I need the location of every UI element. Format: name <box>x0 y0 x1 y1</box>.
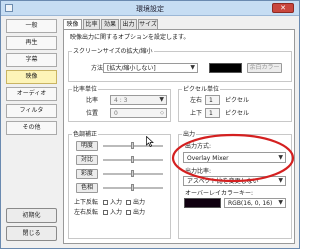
flip-horizontal-output-checkbox[interactable] <box>126 210 131 215</box>
sidebar-item-audio[interactable]: オーディオ <box>6 87 57 101</box>
spin-arrows-icon: ◇ <box>160 110 164 116</box>
contrast-slider-thumb[interactable] <box>131 156 134 163</box>
flip-horizontal-output-label: 出力 <box>133 209 146 216</box>
saturation-slider-thumb[interactable] <box>131 170 134 177</box>
flip-vertical-output-label: 出力 <box>133 199 146 206</box>
tab-effects[interactable]: 効果 <box>101 19 119 29</box>
window-title: 環境設定 <box>136 5 164 13</box>
flip-horizontal-input-label: 入力 <box>110 209 123 216</box>
contrast-button[interactable]: 対比 <box>76 155 98 165</box>
sidebar-item-filter[interactable]: フィルタ <box>6 104 57 118</box>
background-color-button[interactable]: 余白カラー <box>247 63 282 73</box>
pixel-unit-title: ピクセル単位 <box>182 86 221 93</box>
hue-slider-thumb[interactable] <box>131 184 134 191</box>
brightness-slider-thumb[interactable] <box>131 142 134 149</box>
overlay-color-key-label: オーバーレイカラーキー: <box>185 190 253 197</box>
chevron-down-icon: ▼ <box>159 96 164 103</box>
hue-button[interactable]: 色相 <box>76 183 98 193</box>
pixel-unit-group <box>178 89 292 122</box>
sidebar-item-general[interactable]: 一般 <box>6 19 57 33</box>
flip-vertical-input-label: 入力 <box>110 199 123 206</box>
chevron-down-icon: ▼ <box>278 199 283 206</box>
sidebar-item-playback[interactable]: 再生 <box>6 36 57 50</box>
background-color-swatch <box>209 63 242 73</box>
lr-unit: ピクセル <box>225 97 250 104</box>
initialize-button[interactable]: 初期化 <box>6 208 57 223</box>
sidebar-item-other[interactable]: その他 <box>6 121 57 135</box>
mouse-cursor-icon <box>146 136 154 147</box>
color-correction-title: 色調補正 <box>72 131 99 138</box>
tb-unit: ピクセル <box>225 110 250 117</box>
tab-size[interactable]: サイズ <box>138 19 158 29</box>
chevron-down-icon: ▼ <box>190 64 195 71</box>
position-label: 位置 <box>86 110 99 117</box>
panel-description: 映像出力に関するオプションを設定します。 <box>70 34 190 41</box>
overlay-color-select[interactable]: RGB(16, 0, 16) ▼ <box>224 198 286 208</box>
close-button[interactable]: 閉じる <box>6 226 57 241</box>
lr-spinbox[interactable]: 1 <box>205 95 220 105</box>
tb-label: 上下 <box>190 110 203 117</box>
overlay-color-swatch <box>184 198 221 208</box>
sidebar-item-video[interactable]: 映像 <box>6 70 57 84</box>
flip-vertical-input-checkbox[interactable] <box>103 200 108 205</box>
saturation-button[interactable]: 彩度 <box>76 169 98 179</box>
scaling-method-select[interactable]: [拡大/縮小しない] ▼ <box>103 63 198 73</box>
tb-spinbox[interactable]: 1 <box>205 108 220 118</box>
flip-horizontal-label: 左右反転 <box>74 209 99 216</box>
flip-vertical-label: 上下反転 <box>74 199 99 206</box>
brightness-button[interactable]: 明度 <box>76 141 98 151</box>
preferences-window: 環境設定 ✕ 一般 再生 字幕 映像 オーディオ フィルタ その他 初期化 閉じ… <box>0 0 300 249</box>
flip-vertical-output-checkbox[interactable] <box>126 200 131 205</box>
aspect-unit-title: 比率単位 <box>72 86 99 93</box>
ratio-label: 比率 <box>86 97 99 104</box>
ratio-select[interactable]: 4 : 3 ▼ <box>110 95 167 105</box>
category-sidebar: 一般 再生 字幕 映像 オーディオ フィルタ その他 初期化 閉じる <box>6 19 57 244</box>
sidebar-item-subtitles[interactable]: 字幕 <box>6 53 57 67</box>
close-window-button[interactable]: ✕ <box>272 3 294 13</box>
title-bar: 環境設定 ✕ <box>1 1 299 16</box>
scaling-method-label: 方法 <box>91 65 104 72</box>
tab-ratio[interactable]: 比率 <box>83 19 100 29</box>
tab-output[interactable]: 出力 <box>120 19 137 29</box>
highlight-ellipse <box>171 133 295 183</box>
lr-label: 左右 <box>190 97 203 104</box>
screen-size-title: スクリーンサイズの拡大/縮小 <box>72 48 154 55</box>
position-spinbox[interactable]: 0 ◇ <box>110 108 167 118</box>
flip-horizontal-input-checkbox[interactable] <box>103 210 108 215</box>
